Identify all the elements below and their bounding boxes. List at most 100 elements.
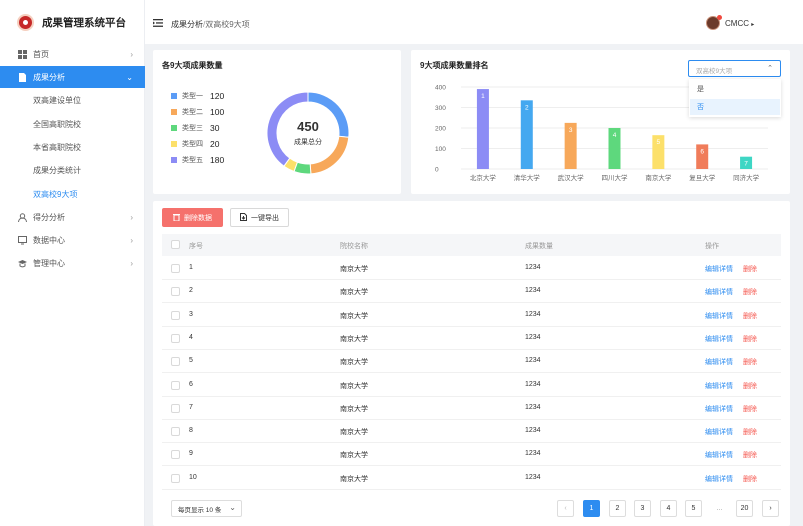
- edit-link[interactable]: 编辑详情: [705, 427, 733, 437]
- page-button-3[interactable]: 3: [634, 500, 651, 517]
- user-menu[interactable]: CMCC ▸: [725, 19, 754, 28]
- edit-link[interactable]: 编辑详情: [705, 357, 733, 367]
- select-option-yes[interactable]: 是: [690, 81, 780, 97]
- select-option-no[interactable]: 否: [690, 99, 780, 115]
- submenu-item-nine-items[interactable]: 双高校9大项: [0, 183, 145, 205]
- edit-link[interactable]: 编辑详情: [705, 450, 733, 460]
- sidebar-item-data-center[interactable]: 数据中心 ›: [0, 229, 145, 251]
- edit-link[interactable]: 编辑详情: [705, 334, 733, 344]
- row-checkbox[interactable]: [171, 357, 180, 367]
- cell-index: 10: [189, 473, 197, 481]
- legend-label: 类型五: [182, 157, 203, 164]
- x-tick-label: 同济大学: [733, 173, 760, 182]
- row-checkbox[interactable]: [171, 287, 180, 297]
- donut-panel-title: 各9大项成果数量: [162, 61, 223, 70]
- cell-index: 1: [189, 264, 193, 271]
- page-size-select[interactable]: 每页显示 10 条 ⌄: [171, 500, 242, 517]
- prev-page-button[interactable]: ‹: [557, 500, 574, 517]
- cell-index: 3: [189, 310, 193, 318]
- breadcrumb: 成果分析/双高校9大项: [171, 19, 250, 30]
- x-tick-label: 北京大学: [470, 173, 497, 182]
- cell-school: 南京大学: [340, 475, 368, 483]
- cell-count: 1234: [525, 403, 541, 411]
- chevron-up-icon: ⌃: [767, 65, 773, 72]
- edit-link[interactable]: 编辑详情: [705, 404, 733, 414]
- submenu-item-shuanggao-units[interactable]: 双高建设单位: [0, 89, 145, 111]
- page-button-4[interactable]: 4: [660, 500, 677, 517]
- x-tick-label: 南京大学: [645, 173, 672, 182]
- delete-link[interactable]: 删除: [743, 450, 757, 460]
- user-name: CMCC: [725, 19, 749, 28]
- x-tick-label: 武汉大学: [558, 173, 585, 182]
- app-logo: 成果管理系统平台: [0, 0, 145, 44]
- submenu-label: 成果分类统计: [33, 165, 81, 175]
- delete-link[interactable]: 删除: [743, 357, 757, 367]
- bar-rank-label: 3: [569, 127, 573, 134]
- sidebar-item-home[interactable]: 首页 ›: [0, 43, 145, 65]
- row-checkbox[interactable]: [171, 403, 180, 413]
- row-checkbox[interactable]: [171, 310, 180, 320]
- submenu-item-category-stats[interactable]: 成果分类统计: [0, 159, 145, 181]
- edit-link[interactable]: 编辑详情: [705, 287, 733, 297]
- page-button-20[interactable]: 20: [736, 500, 753, 517]
- delete-link[interactable]: 删除: [743, 287, 757, 297]
- x-tick-label: 四川大学: [602, 173, 629, 182]
- delete-link[interactable]: 删除: [743, 264, 757, 274]
- caret-right-icon: ▸: [751, 22, 755, 28]
- breadcrumb-parent[interactable]: 成果分析: [171, 20, 203, 29]
- delete-link[interactable]: 删除: [743, 474, 757, 484]
- category-select[interactable]: 双高校9大项 ⌃: [688, 60, 781, 77]
- row-checkbox[interactable]: [171, 473, 180, 483]
- table-row: 4 南京大学 1234 编辑详情 删除: [162, 327, 781, 350]
- cell-school: 南京大学: [340, 405, 368, 413]
- delete-link[interactable]: 删除: [743, 381, 757, 391]
- row-checkbox[interactable]: [171, 333, 180, 343]
- cell-index: 4: [189, 333, 193, 341]
- row-checkbox[interactable]: [171, 264, 180, 273]
- sidebar-item-score[interactable]: 得分分析 ›: [0, 206, 145, 228]
- sidebar-item-label: 成果分析: [33, 72, 65, 82]
- page-button-1[interactable]: 1: [583, 500, 600, 517]
- edit-link[interactable]: 编辑详情: [705, 381, 733, 391]
- table-row: 1 南京大学 1234 编辑详情 删除: [162, 257, 781, 280]
- submenu-item-province[interactable]: 本省高职院校: [0, 136, 145, 158]
- legend-label: 类型二: [182, 109, 203, 116]
- row-checkbox[interactable]: [171, 450, 180, 460]
- bar-rank-label: 5: [657, 139, 661, 146]
- donut-total-label: 成果总分: [294, 139, 322, 146]
- table-row: 7 南京大学 1234 编辑详情 删除: [162, 397, 781, 420]
- sidebar-item-analysis[interactable]: 成果分析 ⌄: [0, 66, 145, 88]
- delete-link[interactable]: 删除: [743, 311, 757, 321]
- cell-index: 9: [189, 450, 193, 458]
- delete-link[interactable]: 删除: [743, 334, 757, 344]
- row-checkbox[interactable]: [171, 427, 180, 437]
- cell-count: 1234: [525, 264, 541, 271]
- select-all-checkbox[interactable]: [171, 240, 180, 249]
- submenu-item-national[interactable]: 全国高职院校: [0, 113, 145, 135]
- delete-link[interactable]: 删除: [743, 427, 757, 437]
- bar-rank-label: 4: [613, 132, 617, 139]
- export-button[interactable]: 一键导出: [230, 208, 289, 227]
- delete-link[interactable]: 删除: [743, 404, 757, 414]
- header-index: 序号: [189, 243, 203, 250]
- header-school: 院校名称: [340, 243, 368, 250]
- chevron-right-icon: ›: [130, 49, 133, 59]
- y-tick-label: 0: [435, 167, 439, 174]
- edit-link[interactable]: 编辑详情: [705, 264, 733, 274]
- edit-link[interactable]: 编辑详情: [705, 311, 733, 321]
- page-button-5[interactable]: 5: [685, 500, 702, 517]
- next-page-button[interactable]: ›: [762, 500, 779, 517]
- table-row: 2 南京大学 1234 编辑详情 删除: [162, 280, 781, 304]
- sidebar-item-admin[interactable]: 管理中心 ›: [0, 252, 145, 274]
- y-tick-label: 200: [435, 126, 446, 133]
- table-row: 10 南京大学 1234 编辑详情 删除: [162, 467, 781, 490]
- page-button-2[interactable]: 2: [609, 500, 626, 517]
- export-label: 一键导出: [251, 214, 279, 222]
- menu-toggle-icon[interactable]: [153, 19, 163, 27]
- delete-data-button[interactable]: 删除数据: [162, 208, 223, 227]
- sidebar-item-label: 管理中心: [33, 258, 65, 268]
- row-checkbox[interactable]: [171, 380, 180, 390]
- legend-value: 20: [210, 139, 220, 149]
- university-seal-icon: [17, 13, 34, 31]
- edit-link[interactable]: 编辑详情: [705, 474, 733, 484]
